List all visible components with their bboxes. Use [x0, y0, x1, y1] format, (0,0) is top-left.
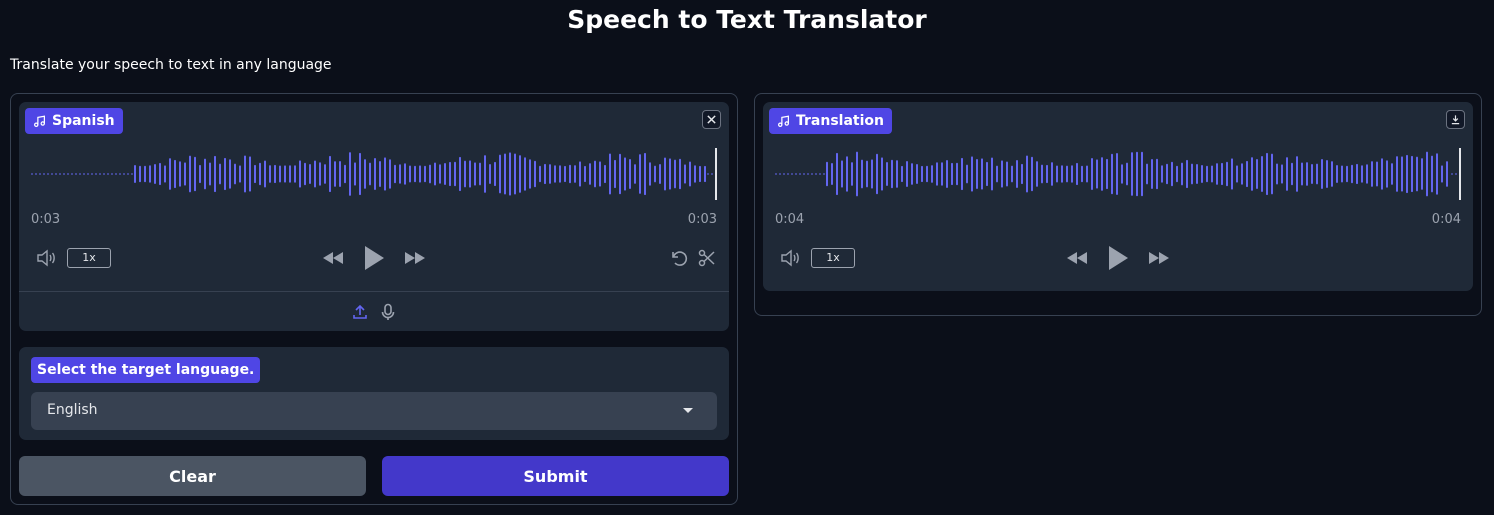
music-note-icon — [34, 114, 45, 127]
volume-icon[interactable] — [779, 248, 801, 268]
output-column: Translation 0:04 0:04 1x — [754, 93, 1482, 316]
output-transport — [1065, 242, 1171, 274]
play-icon[interactable] — [1107, 245, 1129, 271]
language-panel: Select the target language. English — [19, 347, 729, 440]
page-subtitle: Translate your speech to text in any lan… — [10, 57, 332, 73]
playback-speed-button[interactable]: 1x — [811, 248, 855, 268]
fast-forward-icon[interactable] — [1147, 250, 1171, 266]
input-audio-label: Spanish — [25, 108, 123, 134]
output-audio-label: Translation — [769, 108, 892, 134]
input-edit-tools — [669, 248, 717, 268]
input-audio-label-text: Spanish — [52, 113, 115, 129]
playback-speed-button[interactable]: 1x — [67, 248, 111, 268]
scissors-icon[interactable] — [697, 248, 717, 268]
output-current-time: 0:04 — [775, 212, 805, 227]
input-audio-player: Spanish 0:03 0:03 1x — [19, 102, 729, 331]
close-icon — [707, 115, 716, 124]
microphone-icon[interactable] — [379, 303, 397, 321]
chevron-down-icon — [683, 408, 693, 413]
music-note-icon — [778, 114, 789, 127]
target-language-dropdown[interactable]: English — [31, 392, 717, 430]
output-waveform[interactable] — [775, 146, 1461, 202]
play-icon[interactable] — [363, 245, 385, 271]
output-controls: 1x — [775, 242, 1461, 274]
rewind-icon[interactable] — [1065, 250, 1089, 266]
input-current-time: 0:03 — [31, 212, 61, 227]
input-column: Spanish 0:03 0:03 1x Select the target l… — [10, 93, 738, 505]
selected-language: English — [47, 402, 98, 418]
input-transport — [321, 242, 427, 274]
rewind-icon[interactable] — [321, 250, 345, 266]
clear-audio-button[interactable] — [702, 110, 721, 129]
input-duration: 0:03 — [687, 212, 717, 227]
undo-icon[interactable] — [669, 248, 689, 268]
output-duration: 0:04 — [1431, 212, 1461, 227]
fast-forward-icon[interactable] — [403, 250, 427, 266]
page-title: Speech to Text Translator — [567, 5, 927, 34]
upload-icon[interactable] — [351, 303, 369, 321]
audio-source-bar — [19, 291, 729, 331]
language-select-label: Select the target language. — [31, 357, 261, 383]
input-controls: 1x — [31, 242, 717, 274]
output-audio-player: Translation 0:04 0:04 1x — [763, 102, 1473, 291]
submit-button[interactable]: Submit — [382, 456, 729, 496]
download-button[interactable] — [1446, 110, 1465, 129]
input-waveform[interactable] — [31, 146, 717, 202]
download-icon — [1451, 115, 1460, 125]
volume-icon[interactable] — [35, 248, 57, 268]
clear-button[interactable]: Clear — [19, 456, 366, 496]
output-audio-label-text: Translation — [796, 113, 884, 129]
